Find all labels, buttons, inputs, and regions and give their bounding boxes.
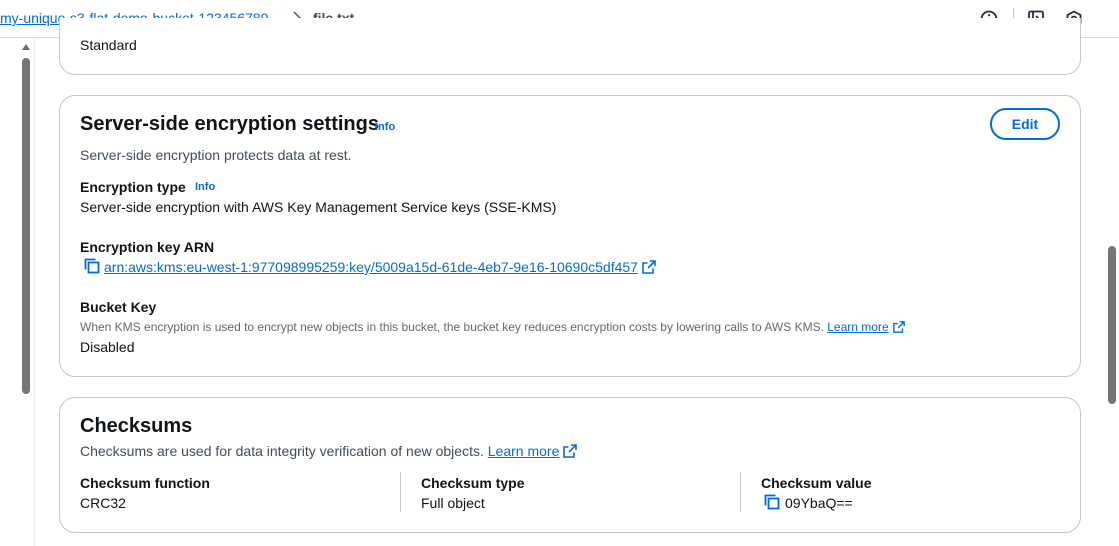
checksum-value: 09YbaQ== [785,495,853,511]
encryption-key-arn-row: arn:aws:kms:eu-west-1:977098995259:key/5… [104,259,656,275]
column-divider [400,472,401,512]
page-scrollbar-thumb[interactable] [1108,246,1116,404]
encryption-settings-card [59,95,1081,377]
bucket-key-label: Bucket Key [80,299,157,315]
bucket-key-description: When KMS encryption is used to encrypt n… [80,320,824,334]
checksums-learn-more-link[interactable]: Learn more [488,443,560,459]
copy-icon[interactable] [764,494,780,510]
bucket-key-description-row: When KMS encryption is used to encrypt n… [80,320,905,334]
encryption-type-value: Server-side encryption with AWS Key Mana… [80,199,557,215]
checksum-type-value: Full object [421,495,485,511]
encryption-info-link[interactable]: Info [375,121,395,133]
encryption-description: Server-side encryption protects data at … [80,147,352,163]
encryption-key-arn-label: Encryption key ARN [80,239,215,255]
encryption-type-label: Encryption type [80,179,186,195]
column-divider [740,472,741,512]
copy-icon[interactable] [84,258,100,274]
external-link-icon [642,260,656,274]
checksum-value-label: Checksum value [761,475,872,491]
checksum-type-label: Checksum type [421,475,525,491]
left-scrollbar-thumb[interactable] [22,58,30,394]
checksums-description-row: Checksums are used for data integrity ve… [80,443,578,459]
checksums-description: Checksums are used for data integrity ve… [80,443,484,459]
bucket-key-value: Disabled [80,339,135,355]
encryption-key-arn-link[interactable]: arn:aws:kms:eu-west-1:977098995259:key/5… [104,259,638,275]
scroll-up-arrow-icon[interactable] [22,44,30,50]
storage-class-value: Standard [80,37,137,53]
checksum-function-label: Checksum function [80,475,210,491]
external-link-icon [892,321,905,333]
encryption-section-title: Server-side encryption settings [80,113,379,135]
checksums-section-title: Checksums [80,415,193,437]
checksum-function-value: CRC32 [80,495,126,511]
encryption-type-info-link[interactable]: Info [195,181,215,193]
edit-encryption-button[interactable]: Edit [990,108,1060,140]
checksums-card [59,397,1081,533]
bucket-key-learn-more-link[interactable]: Learn more [827,320,888,334]
object-properties-card [59,18,1081,75]
external-link-icon [563,444,578,458]
